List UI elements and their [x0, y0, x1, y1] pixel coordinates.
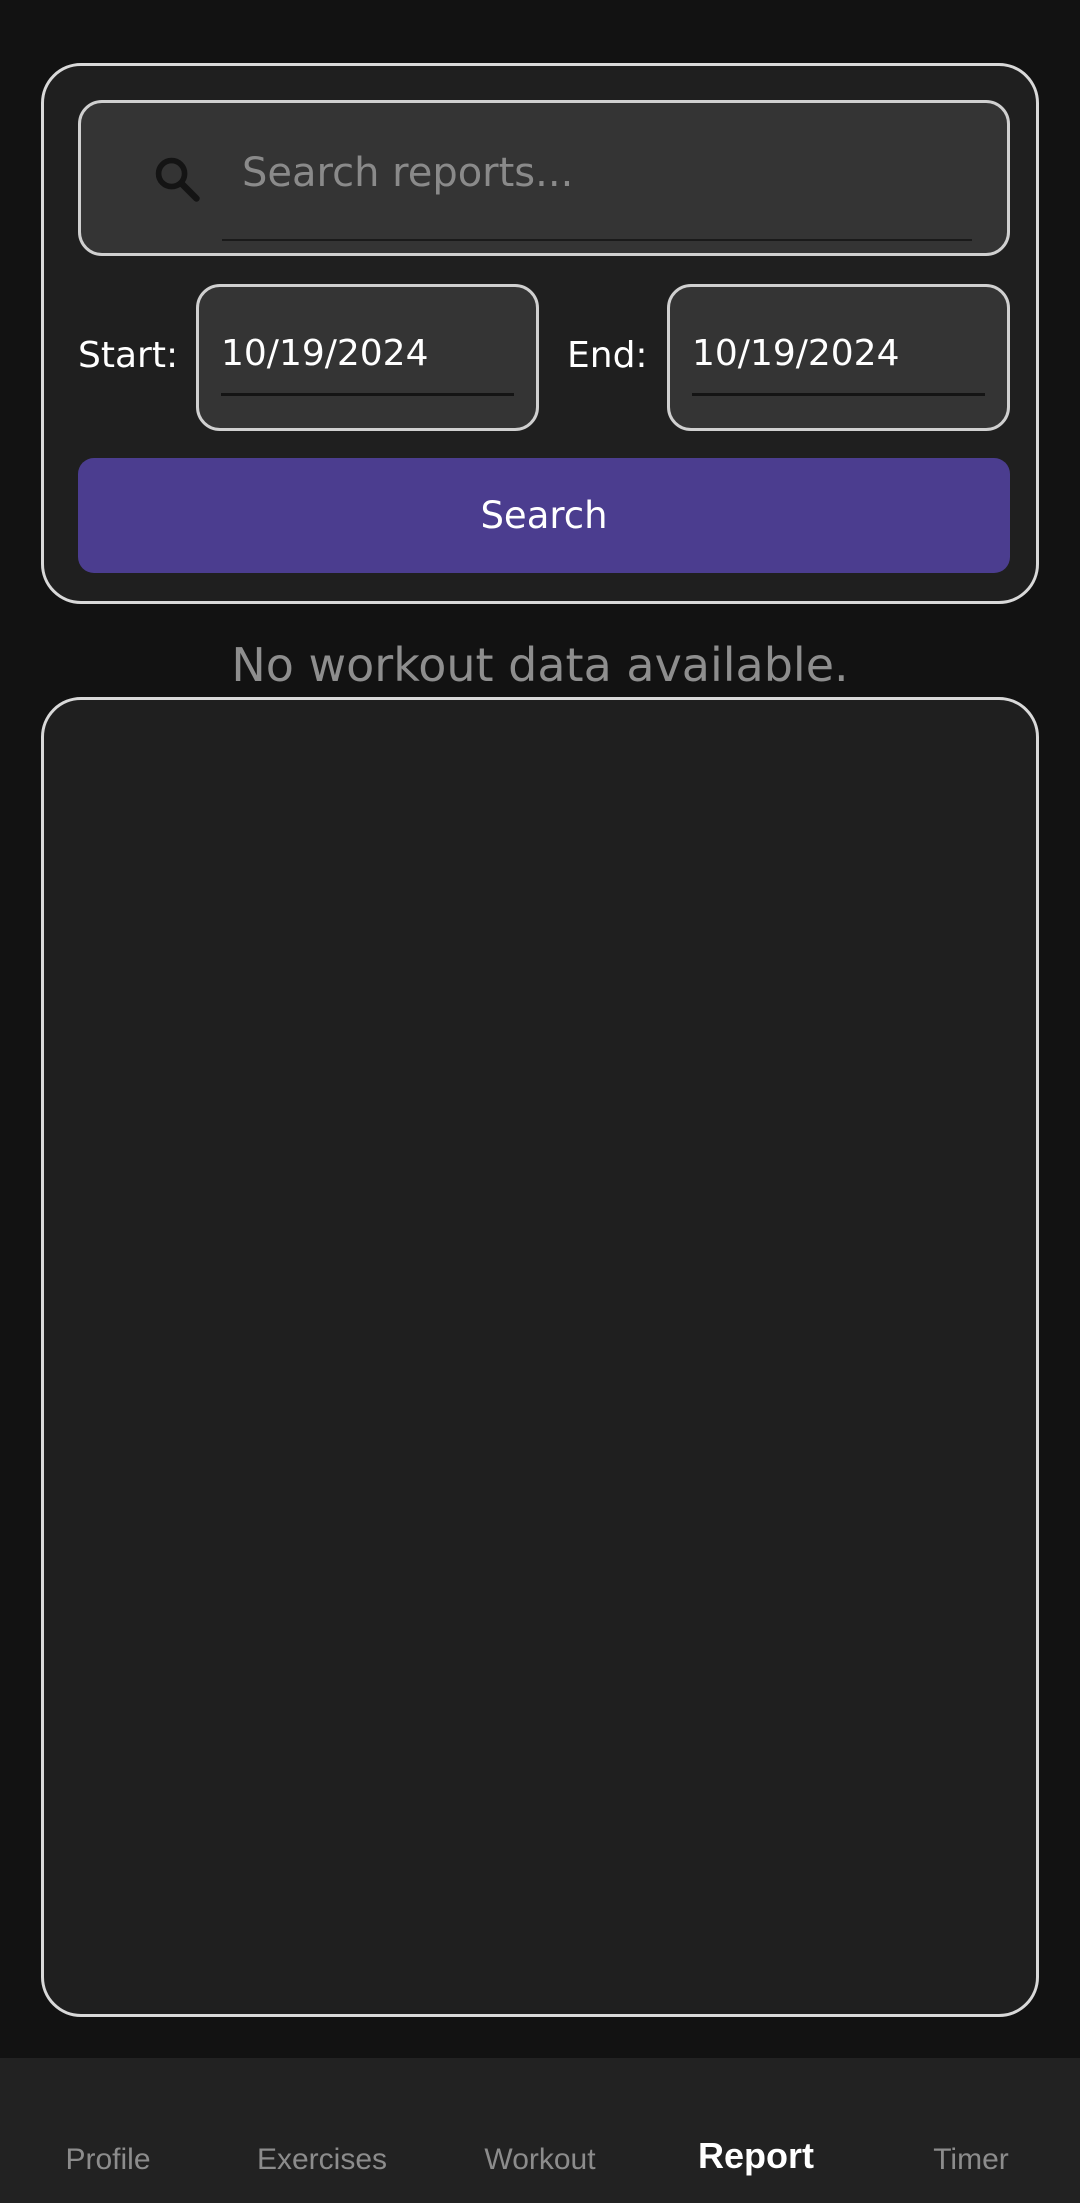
end-date-field[interactable]: 10/19/2024	[667, 284, 1010, 431]
end-date-value: 10/19/2024	[692, 333, 900, 374]
search-icon	[155, 157, 200, 202]
end-date-underline	[692, 393, 985, 396]
nav-tab-profile[interactable]: Profile	[0, 2140, 216, 2180]
search-underline	[222, 239, 972, 241]
report-screen: Start: 10/19/2024 End: 10/19/2024 Search…	[0, 0, 1080, 2203]
nav-tab-workout[interactable]: Workout	[432, 2140, 648, 2180]
start-date-underline	[221, 393, 514, 396]
empty-state-message: No workout data available.	[231, 638, 849, 692]
end-date-label: End:	[567, 335, 648, 376]
report-chart-card	[41, 697, 1039, 2017]
search-button[interactable]: Search	[78, 458, 1010, 573]
report-filter-card: Start: 10/19/2024 End: 10/19/2024 Search	[41, 63, 1039, 604]
start-date-field[interactable]: 10/19/2024	[196, 284, 539, 431]
search-input[interactable]	[222, 133, 972, 213]
bottom-navigation: Profile Exercises Workout Report Timer	[0, 2058, 1080, 2203]
nav-tab-report[interactable]: Report	[648, 2136, 864, 2176]
nav-tab-timer[interactable]: Timer	[863, 2140, 1079, 2180]
start-date-label: Start:	[78, 335, 179, 376]
search-box[interactable]	[78, 100, 1010, 256]
nav-tab-exercises[interactable]: Exercises	[214, 2140, 430, 2180]
start-date-value: 10/19/2024	[221, 333, 429, 374]
